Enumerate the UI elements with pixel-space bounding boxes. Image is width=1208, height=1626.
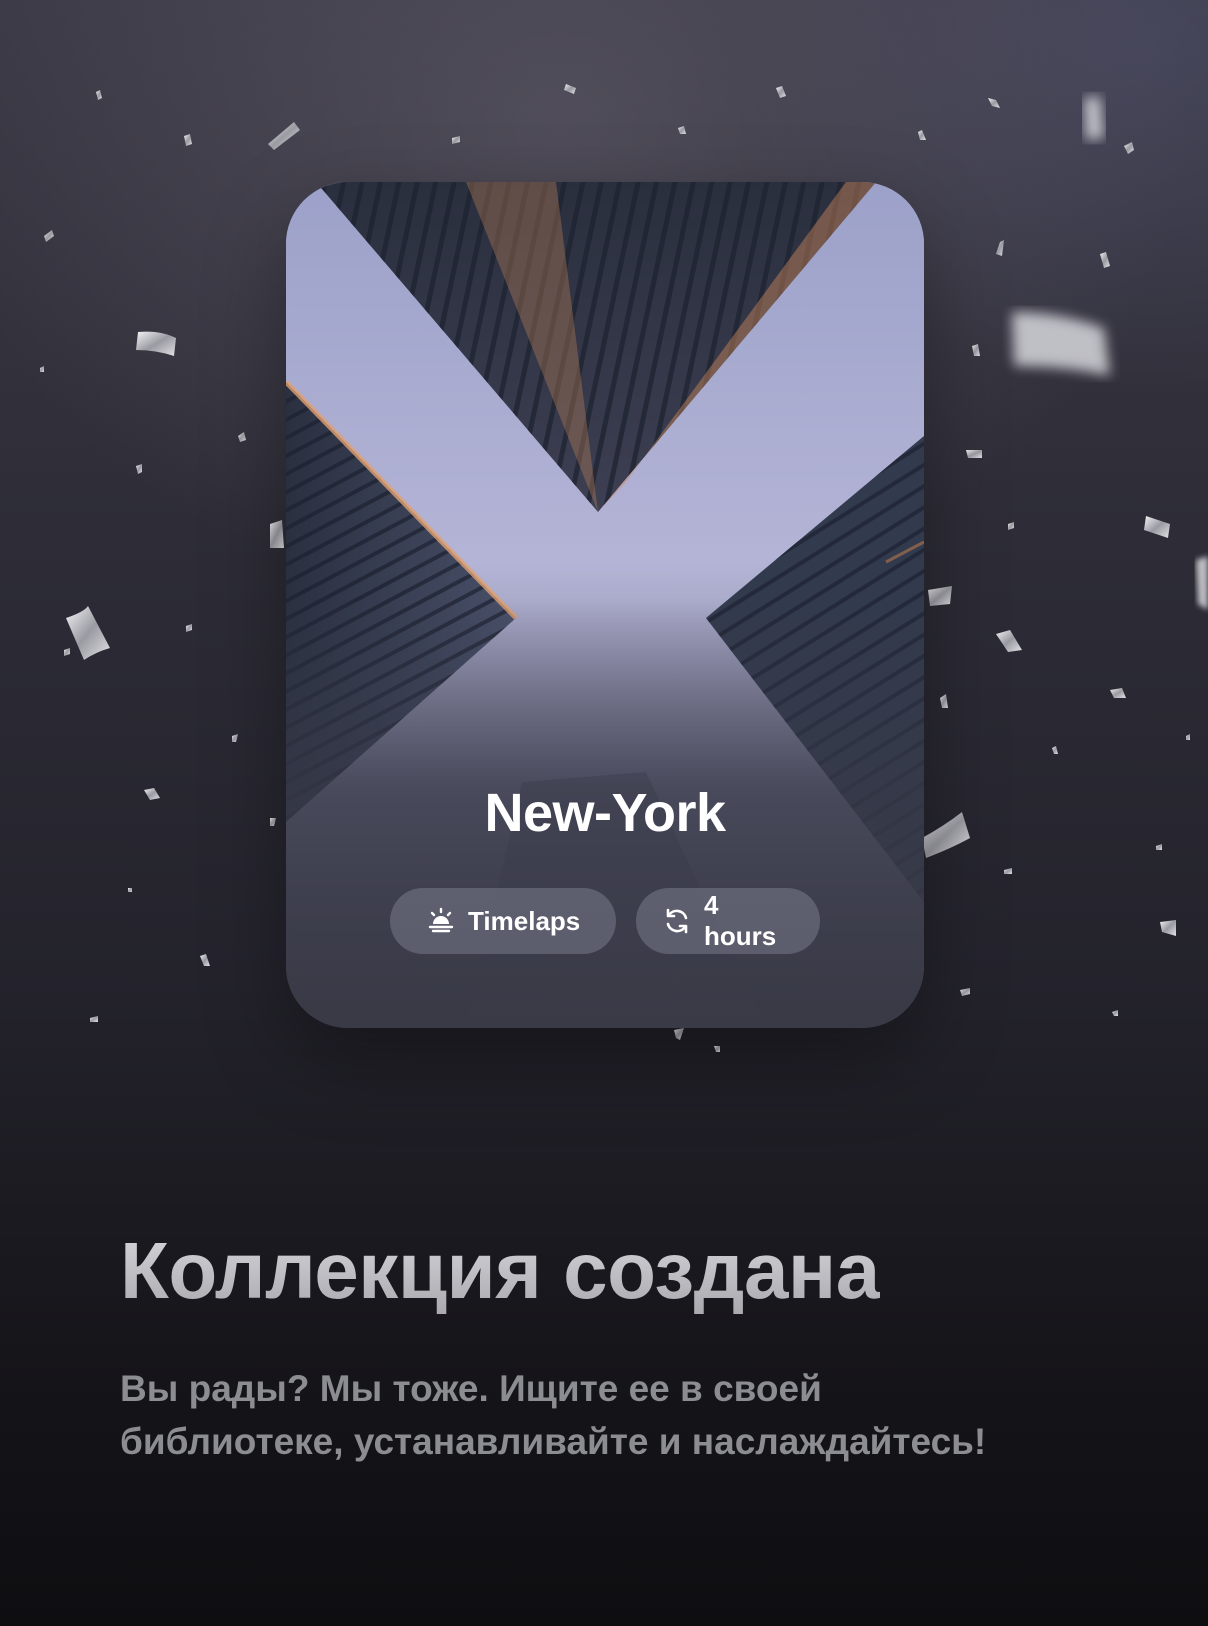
collection-title: New-York: [484, 783, 726, 843]
collection-tags: Timelaps 4 hours: [286, 888, 924, 954]
sunrise-icon: [426, 906, 456, 936]
timelaps-label: Timelaps: [468, 905, 581, 936]
timelaps-chip[interactable]: Timelaps: [390, 888, 616, 954]
collection-card[interactable]: New-York Timelaps 4 hours: [286, 182, 924, 1028]
page-title: Коллекция создана: [120, 1226, 880, 1315]
duration-chip[interactable]: 4 hours: [636, 888, 820, 954]
description-line-2: библиотеке, устанавливайте и наслаждайте…: [120, 1421, 987, 1462]
description-text: Вы рады? Мы тоже. Ищите ее в своей библи…: [120, 1362, 1120, 1468]
description-line-1: Вы рады? Мы тоже. Ищите ее в своей: [120, 1368, 822, 1409]
duration-label: 4 hours: [704, 890, 777, 951]
refresh-icon: [662, 906, 692, 936]
collection-created-screen: New-York Timelaps 4 hours Коллекция созд…: [0, 0, 1208, 1626]
